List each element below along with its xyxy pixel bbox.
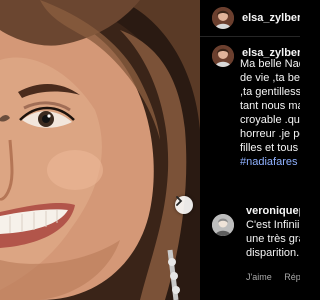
comment-line: une très gran bbox=[246, 233, 300, 245]
comment-actions: J'aime Répo bbox=[246, 272, 300, 282]
chevron-right-icon bbox=[176, 196, 183, 206]
author-avatar[interactable] bbox=[212, 7, 234, 29]
comment-text: C'est Infiniiiii une très gran dispariti… bbox=[246, 218, 300, 260]
avatar-image bbox=[212, 7, 234, 29]
reply-comment-link[interactable]: Répo bbox=[284, 272, 300, 282]
next-photo-button[interactable] bbox=[175, 196, 193, 214]
like-comment-link[interactable]: J'aime bbox=[246, 272, 272, 282]
caption-line: tant nous ma bbox=[240, 100, 300, 112]
caption-line: filles et tous c bbox=[240, 142, 300, 154]
post-caption: Ma belle Nad de vie ,ta bea ,ta gentille… bbox=[240, 57, 300, 169]
commenter-username[interactable]: veroniquepa bbox=[246, 205, 300, 217]
post-header: elsa_zylbers bbox=[200, 0, 300, 37]
post-sidebar: elsa_zylbers elsa_zylbers Ma belle Nad d… bbox=[200, 0, 300, 300]
caption-avatar[interactable] bbox=[212, 45, 234, 67]
caption-line: horreur .je pe bbox=[240, 128, 300, 140]
caption-line: Ma belle Nad bbox=[240, 58, 300, 70]
avatar-image bbox=[212, 214, 234, 236]
portrait-image bbox=[0, 0, 200, 300]
commenter-avatar[interactable] bbox=[212, 214, 234, 236]
caption-line: croyable .que bbox=[240, 114, 300, 126]
hashtag-link[interactable]: #nadiafares bbox=[240, 155, 300, 169]
caption-line: ,ta gentillesse bbox=[240, 86, 300, 98]
author-username[interactable]: elsa_zylbers bbox=[242, 12, 300, 24]
comment-line: C'est Infiniiiii bbox=[246, 219, 300, 231]
avatar-image bbox=[212, 45, 234, 67]
comment-line: disparition. C bbox=[246, 247, 300, 259]
caption-line: de vie ,ta bea bbox=[240, 72, 300, 84]
post-photo bbox=[0, 0, 200, 300]
